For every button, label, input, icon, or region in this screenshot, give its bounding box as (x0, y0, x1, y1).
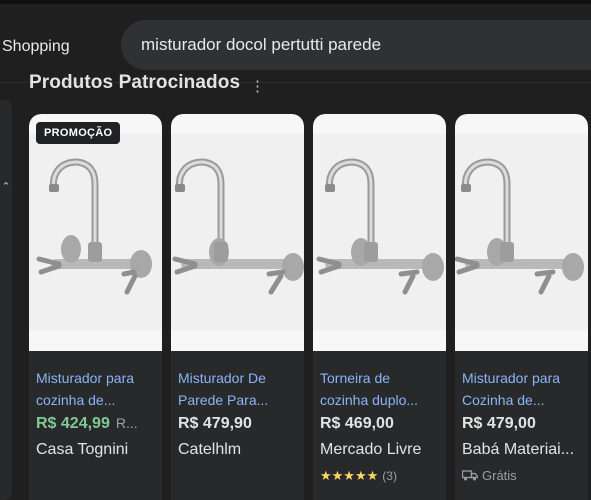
faucet-image (316, 158, 444, 295)
product-title[interactable]: Misturador para cozinha de... (36, 367, 158, 411)
product-price: R$ 479,90 (178, 415, 252, 432)
product-card[interactable]: Misturador para Cozinha de... R$ 479,00 … (455, 114, 588, 500)
product-image[interactable] (455, 114, 588, 351)
search-input[interactable]: misturador docol pertutti parede (141, 35, 381, 55)
product-price: R$ 469,00 (320, 415, 394, 432)
product-image[interactable]: PROMOÇÃO (29, 114, 162, 351)
rating: ★★★★★ (3) (320, 468, 397, 484)
product-card[interactable]: Misturador De Parede Para... R$ 479,90 C… (171, 114, 304, 500)
rating-count: (3) (382, 469, 397, 483)
product-image[interactable] (171, 114, 304, 351)
store-name: Babá Materiai... (462, 441, 575, 458)
chevron-up-icon[interactable]: ⌃ (0, 180, 12, 194)
promo-badge: PROMOÇÃO (36, 122, 121, 144)
product-price: R$ 424,99 (36, 415, 110, 432)
faucet-image (36, 158, 152, 295)
product-card[interactable]: PROMOÇÃO Misturador para cozinha de... R… (29, 114, 162, 500)
previous-panel (0, 100, 12, 500)
store-name: Mercado Livre (320, 441, 422, 458)
price-row: R$ 479,90 (178, 415, 302, 433)
product-price: R$ 479,00 (462, 415, 536, 432)
more-options-icon[interactable]: ⋮ (250, 79, 265, 95)
search-box[interactable]: misturador docol pertutti parede (121, 20, 591, 70)
product-title[interactable]: Misturador para Cozinha de... (462, 367, 584, 411)
shipping-label: Grátis (482, 468, 517, 483)
faucet-image (455, 158, 584, 295)
old-price: R... (115, 415, 138, 431)
shipping-info: Grátis (462, 468, 517, 483)
store-name: Catelhlm (178, 441, 242, 458)
product-card[interactable]: Torneira de cozinha duplo... R$ 469,00 M… (313, 114, 446, 500)
price-row: R$ 424,99 R... (36, 415, 160, 433)
product-image[interactable] (313, 114, 446, 351)
shopping-tab[interactable]: Shopping (2, 38, 70, 56)
price-row: R$ 469,00 (320, 415, 444, 433)
section-title: Produtos Patrocinados (29, 72, 241, 93)
store-name: Casa Tognini (36, 441, 129, 458)
truck-icon (462, 470, 478, 481)
star-rating-icon: ★★★★★ (320, 468, 379, 483)
price-row: R$ 479,00 (462, 415, 586, 433)
product-title[interactable]: Torneira de cozinha duplo... (320, 367, 442, 411)
faucet-image (172, 158, 304, 295)
header: Shopping misturador docol pertutti pared… (0, 4, 591, 82)
product-title[interactable]: Misturador De Parede Para... (178, 367, 300, 411)
